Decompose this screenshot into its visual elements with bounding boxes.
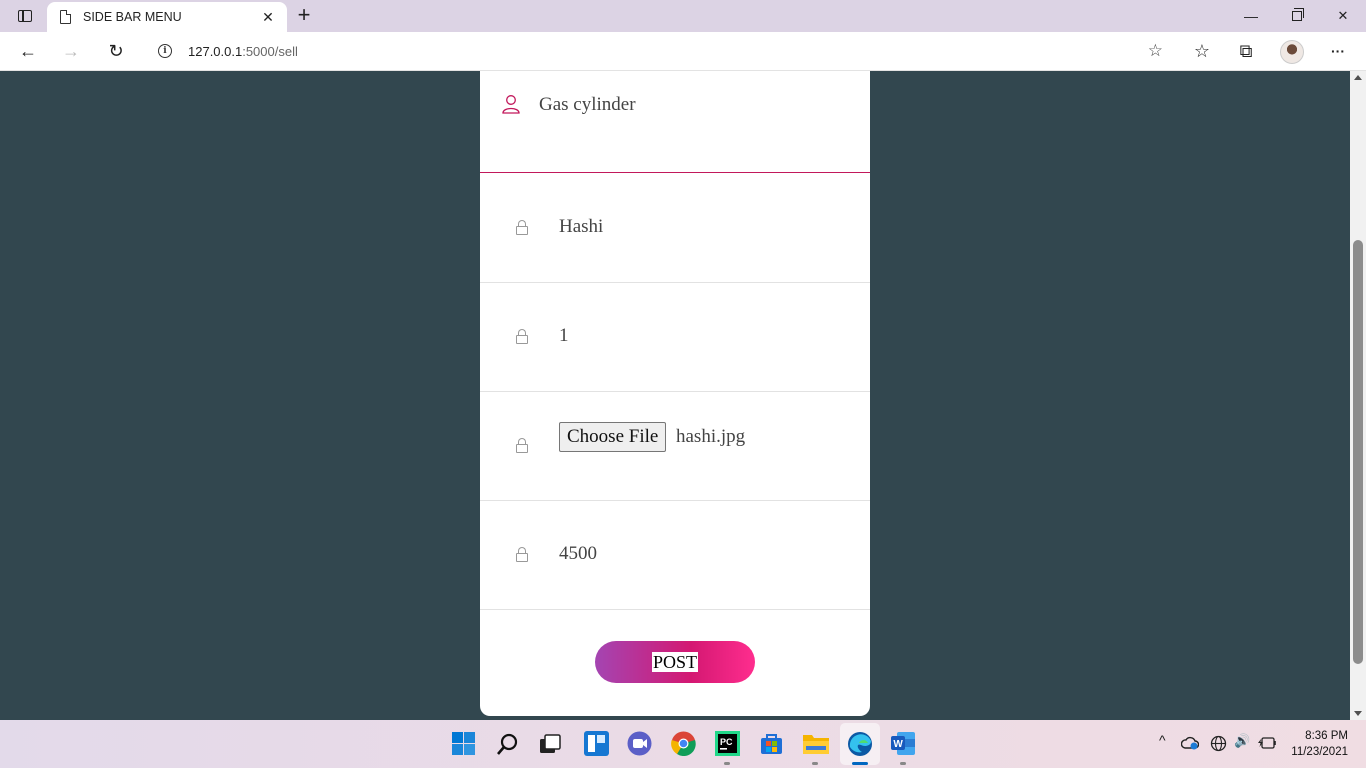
seller-value: Hashi [559, 216, 604, 237]
title-bar: SIDE BAR MENU ✕ + — ✕ [0, 0, 1366, 32]
clock-time: 8:36 PM [1305, 730, 1348, 742]
collections-icon[interactable]: ⧉ [1232, 38, 1260, 64]
browser-toolbar: ← → ↻ i 127.0.0.1:5000/sell ☆ ☆ ⧉ ··· [0, 32, 1366, 71]
price-field[interactable]: 4500 [480, 501, 870, 610]
explorer-running-indicator [812, 762, 818, 765]
lock-icon [516, 220, 528, 236]
tab-title: SIDE BAR MENU [83, 10, 182, 24]
widgets-icon[interactable] [584, 731, 609, 756]
lock-icon [516, 547, 528, 563]
sell-form-card: Gas cylinder Hashi 1 Choose File hashi.j… [480, 71, 870, 716]
word-icon[interactable]: W [891, 731, 916, 756]
more-menu-icon[interactable]: ··· [1324, 38, 1352, 64]
windows-taskbar: PC W ^ 🔊 8:36 PM 11/23/2021 [0, 720, 1366, 768]
page-viewport: Gas cylinder Hashi 1 Choose File hashi.j… [0, 71, 1350, 720]
chrome-icon[interactable] [671, 731, 696, 756]
file-name-label: hashi.jpg [676, 426, 746, 447]
browser-tab[interactable]: SIDE BAR MENU ✕ [47, 2, 287, 32]
quantity-field[interactable]: 1 [480, 283, 870, 392]
back-button[interactable]: ← [14, 38, 42, 64]
tab-close-icon[interactable]: ✕ [259, 9, 277, 26]
restore-button[interactable] [1274, 0, 1320, 32]
url-path: :5000/sell [242, 43, 298, 59]
word-running-indicator [900, 762, 906, 765]
vertical-scrollbar[interactable] [1350, 71, 1366, 720]
user-icon [502, 95, 520, 114]
tray-chevron-icon[interactable]: ^ [1159, 732, 1166, 748]
profile-avatar[interactable] [1280, 40, 1304, 64]
choose-file-button[interactable]: Choose File [559, 422, 667, 452]
battery-charging-icon[interactable] [1258, 736, 1276, 750]
clock-date: 11/23/2021 [1291, 746, 1348, 758]
search-icon[interactable] [496, 732, 520, 756]
scroll-down-arrow-icon[interactable] [1354, 711, 1362, 716]
tab-actions-icon[interactable] [10, 4, 40, 28]
product-name-value: Gas cylinder [539, 94, 636, 115]
lock-icon [516, 329, 528, 345]
onedrive-sync-icon[interactable] [1181, 735, 1199, 751]
page-icon [60, 10, 71, 24]
url-host: 127.0.0.1 [188, 43, 243, 59]
pycharm-icon[interactable]: PC [715, 731, 740, 756]
price-value: 4500 [559, 543, 597, 564]
seller-field[interactable]: Hashi [480, 174, 870, 283]
post-button[interactable]: POST [595, 641, 755, 683]
minimize-button[interactable]: — [1228, 0, 1274, 32]
store-icon[interactable] [759, 731, 784, 756]
post-button-label: POST [651, 652, 698, 672]
forward-button[interactable]: → [57, 38, 85, 64]
new-tab-button[interactable]: + [292, 4, 316, 28]
window-controls: — ✕ [1228, 0, 1366, 32]
task-view-icon[interactable] [538, 732, 562, 756]
file-explorer-icon[interactable] [803, 732, 829, 755]
window-close-button[interactable]: ✕ [1320, 0, 1366, 32]
volume-icon[interactable]: 🔊 [1234, 733, 1250, 749]
add-favorite-icon[interactable]: ☆ [1148, 41, 1163, 61]
system-clock[interactable]: 8:36 PM 11/23/2021 [1291, 728, 1348, 760]
quantity-value: 1 [559, 325, 569, 346]
svg-text:PC: PC [720, 737, 733, 747]
scrollbar-thumb[interactable] [1353, 240, 1363, 664]
edge-active-indicator [852, 762, 868, 765]
lock-icon [516, 438, 528, 454]
edge-icon[interactable] [847, 731, 873, 757]
start-windows-icon[interactable] [452, 732, 475, 755]
refresh-button[interactable]: ↻ [102, 38, 130, 64]
pycharm-running-indicator [724, 762, 730, 765]
svg-text:W: W [893, 739, 903, 750]
site-info-icon[interactable]: i [158, 44, 172, 58]
language-globe-icon[interactable] [1210, 735, 1227, 752]
image-file-field: Choose File hashi.jpg [480, 392, 870, 501]
teams-chat-icon[interactable] [627, 731, 652, 756]
address-bar[interactable]: i 127.0.0.1:5000/sell ☆ [145, 36, 1175, 66]
scroll-up-arrow-icon[interactable] [1354, 75, 1362, 80]
product-name-row[interactable]: Gas cylinder [480, 71, 870, 173]
favorites-icon[interactable]: ☆ [1188, 38, 1216, 64]
